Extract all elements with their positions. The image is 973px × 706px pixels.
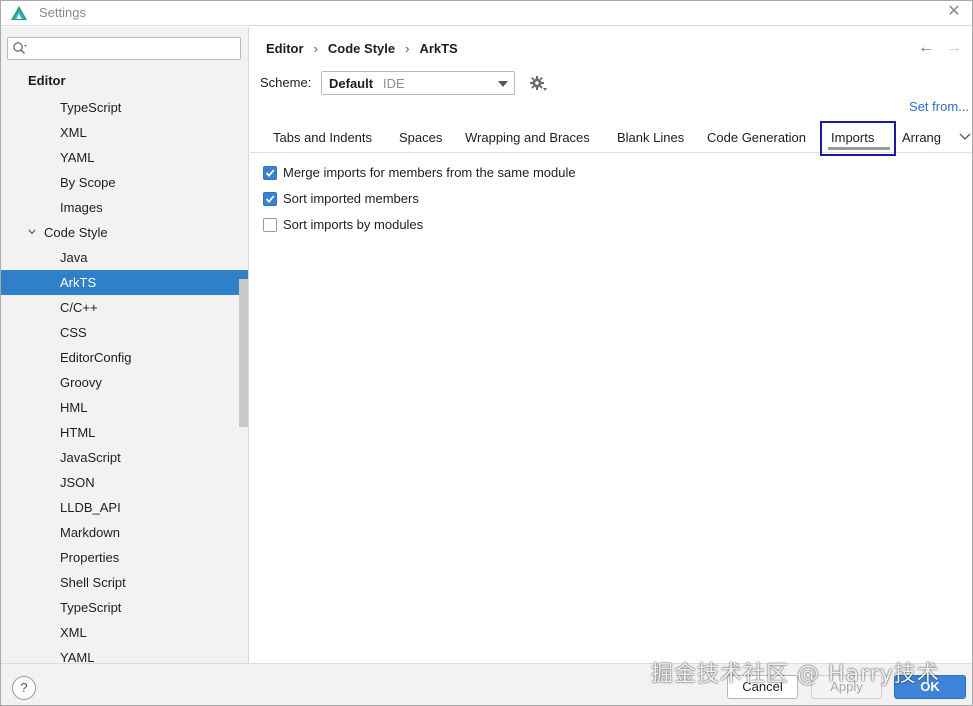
sidebar-item-label: JSON [60,475,95,490]
help-button[interactable]: ? [12,676,36,700]
active-tab-indicator [828,147,890,150]
tab-imports[interactable]: Imports [831,130,874,145]
sidebar-item-label: Groovy [60,375,102,390]
scheme-label: Scheme: [260,75,312,90]
option-label: Merge imports for members from the same … [283,165,576,180]
sidebar-item-c-cpp[interactable]: C/C++ [1,295,248,320]
chevron-down-icon[interactable] [958,129,972,143]
settings-sidebar: Editor TypeScript XML YAML By Scope Imag… [1,27,249,663]
tab-blank-lines[interactable]: Blank Lines [617,130,684,145]
sidebar-item-editor[interactable]: Editor [1,68,248,93]
sidebar-item-label: Code Style [44,225,108,240]
gear-icon[interactable] [529,74,547,92]
sidebar-item-xml[interactable]: XML [1,120,248,145]
sidebar-item-label: By Scope [60,175,116,190]
sidebar-item-images[interactable]: Images [1,195,248,220]
sidebar-item-javascript[interactable]: JavaScript [1,445,248,470]
breadcrumb-item: ArkTS [419,41,458,56]
tab-wrapping-and-braces[interactable]: Wrapping and Braces [465,130,590,145]
sidebar-item-label: Editor [28,73,66,88]
breadcrumb-item[interactable]: Editor [266,41,304,56]
sidebar-item-xml-2[interactable]: XML [1,620,248,645]
scheme-dropdown[interactable]: Default IDE [321,71,515,95]
sidebar-item-html[interactable]: HTML [1,420,248,445]
sidebar-item-typescript[interactable]: TypeScript [1,95,248,120]
sidebar-item-properties[interactable]: Properties [1,545,248,570]
sidebar-item-label: JavaScript [60,450,121,465]
tab-code-generation[interactable]: Code Generation [707,130,806,145]
sidebar-item-yaml[interactable]: YAML [1,145,248,170]
checkmark-icon [265,195,275,203]
breadcrumb-separator-icon: › [405,41,410,56]
chevron-down-icon[interactable] [28,228,36,236]
main-panel: Editor › Code Style › ArkTS ← → Scheme: Defa… [250,27,972,663]
sidebar-scrollbar[interactable] [239,279,248,427]
search-box[interactable] [7,37,241,60]
sidebar-item-label: YAML [60,650,95,663]
search-icon [13,42,27,54]
title-bar: Settings ✕ [1,1,972,26]
sidebar-item-label: Java [60,250,88,265]
window-title: Settings [39,5,86,20]
sidebar-item-json[interactable]: JSON [1,470,248,495]
sidebar-item-editorconfig[interactable]: EditorConfig [1,345,248,370]
sidebar-item-code-style[interactable]: Code Style [1,220,248,245]
checkbox[interactable] [263,166,277,180]
set-from-link[interactable]: Set from... [909,99,969,114]
sidebar-item-label: LLDB_API [60,500,121,515]
tab-spaces[interactable]: Spaces [399,130,442,145]
sidebar-item-label: TypeScript [60,100,122,115]
sidebar-item-label: EditorConfig [60,350,132,365]
app-logo-icon [11,6,27,20]
dropdown-caret-icon [498,81,508,87]
sidebar-item-markdown[interactable]: Markdown [1,520,248,545]
option-label: Sort imported members [283,191,419,206]
scheme-name: Default [329,76,374,91]
watermark: 掘金技术社区 @ Harry技术 [651,662,940,687]
search-input[interactable] [32,39,237,58]
settings-window: Settings ✕ Editor TypeScript XML YAML By… [0,0,973,706]
sidebar-item-label: HTML [60,425,96,440]
back-arrow-icon[interactable]: ← [916,39,936,57]
scheme-type: IDE [383,76,405,91]
sidebar-item-label: ArkTS [60,275,97,290]
sidebar-item-yaml-2[interactable]: YAML [1,645,248,663]
close-icon[interactable]: ✕ [945,3,963,21]
sidebar-item-label: XML [60,625,87,640]
sidebar-item-label: Properties [60,550,120,565]
sidebar-item-lldb-api[interactable]: LLDB_API [1,495,248,520]
checkbox[interactable] [263,218,277,232]
checkmark-icon [265,169,275,177]
sidebar-item-label: Markdown [60,525,120,540]
option-label: Sort imports by modules [283,217,424,232]
sidebar-item-label: Images [60,200,103,215]
sidebar-item-java[interactable]: Java [1,245,248,270]
sidebar-item-hml[interactable]: HML [1,395,248,420]
checkbox[interactable] [263,192,277,206]
tab-bar: Tabs and Indents Spaces Wrapping and Bra… [250,121,972,156]
forward-arrow-icon[interactable]: → [944,39,964,57]
sidebar-item-label: C/C++ [60,300,98,315]
sidebar-item-label: HML [60,400,88,415]
sidebar-item-label: YAML [60,150,95,165]
breadcrumb-separator-icon: › [313,41,318,56]
sidebar-item-label: Shell Script [60,575,126,590]
breadcrumb: Editor › Code Style › ArkTS [266,41,458,56]
sidebar-item-arkts[interactable]: ArkTS [1,270,248,295]
breadcrumb-item[interactable]: Code Style [328,41,395,56]
sidebar-item-by-scope[interactable]: By Scope [1,170,248,195]
sidebar-item-typescript-2[interactable]: TypeScript [1,595,248,620]
tab-tabs-and-indents[interactable]: Tabs and Indents [273,130,372,145]
sidebar-item-label: CSS [60,325,87,340]
tab-arrangement[interactable]: Arrang [902,130,941,145]
sidebar-item-label: XML [60,125,87,140]
sidebar-item-css[interactable]: CSS [1,320,248,345]
sidebar-item-shell-script[interactable]: Shell Script [1,570,248,595]
sidebar-item-groovy[interactable]: Groovy [1,370,248,395]
sidebar-item-label: TypeScript [60,600,122,615]
